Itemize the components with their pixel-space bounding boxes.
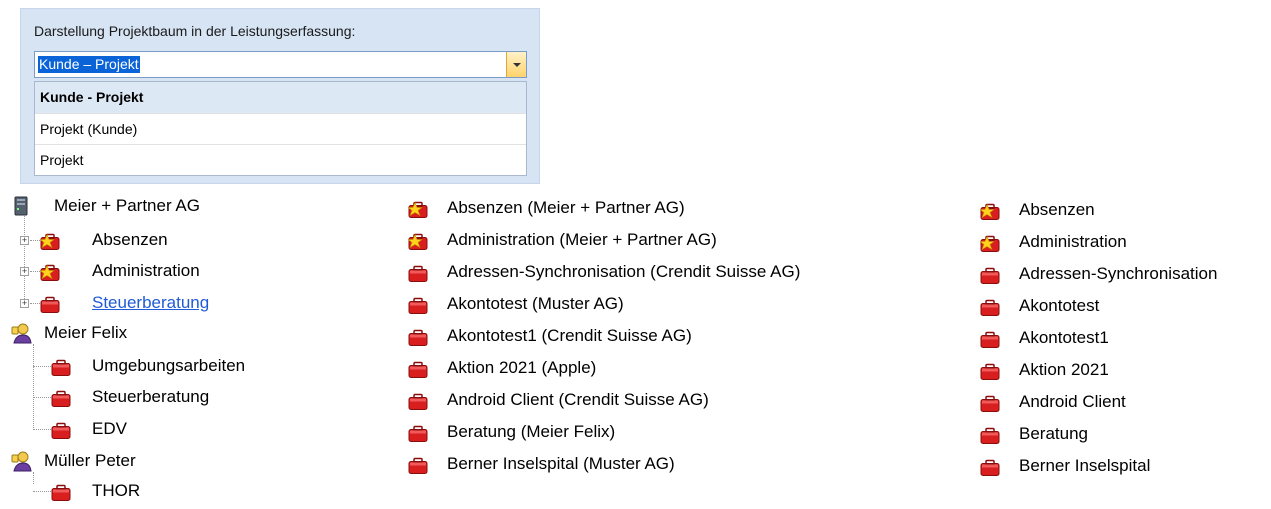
tree-node-thor[interactable]: THOR [33, 479, 233, 503]
tree-node-customer-meier-felix[interactable]: Meier Felix [10, 321, 250, 345]
project-star-icon [408, 232, 428, 252]
tree-line [33, 397, 51, 398]
tree-node-label: Meier Felix [44, 323, 128, 342]
list-item-label: Adressen-Synchronisation (Crendit Suisse… [447, 262, 801, 281]
tree-node-label: Administration [92, 261, 200, 280]
customer-icon [10, 322, 32, 344]
project-icon [980, 266, 1000, 286]
expand-icon[interactable]: + [20, 299, 29, 308]
tree-line [30, 303, 40, 304]
list-item-label: Aktion 2021 (Apple) [447, 358, 597, 377]
project-icon [51, 421, 71, 441]
project-icon [408, 328, 428, 348]
list-item-label: Administration (Meier + Partner AG) [447, 230, 717, 249]
chevron-down-icon[interactable] [506, 52, 526, 77]
project-star-icon [980, 202, 1000, 222]
project-icon [408, 424, 428, 444]
combo-selected-value: Kunde – Projekt [38, 56, 140, 73]
tree-node-label: EDV [92, 419, 127, 438]
list-item-label: Berner Inselspital [1019, 456, 1151, 475]
list-item-label: Android Client (Crendit Suisse AG) [447, 390, 709, 409]
project-icon [408, 360, 428, 380]
list-item-label: Akontotest1 (Crendit Suisse AG) [447, 326, 692, 345]
list-item-label: Beratung [1019, 424, 1088, 443]
list-item-label: Aktion 2021 [1019, 360, 1109, 379]
list-item-label: Absenzen (Meier + Partner AG) [447, 198, 685, 217]
project-icon [408, 456, 428, 476]
project-icon [980, 362, 1000, 382]
expand-icon[interactable]: + [20, 267, 29, 276]
tree-line [33, 429, 51, 430]
list-item-label: Berner Inselspital (Muster AG) [447, 454, 675, 473]
tree-display-settings-panel: Darstellung Projektbaum in der Leistungs… [20, 8, 540, 184]
project-icon [51, 389, 71, 409]
tree-line [33, 491, 51, 492]
tree-node-label: Umgebungsarbeiten [92, 356, 246, 375]
project-icon [40, 295, 60, 315]
tree-node-steuerberatung[interactable]: + Steuerberatung [18, 291, 248, 315]
project-icon [980, 458, 1000, 478]
project-icon [980, 298, 1000, 318]
tree-display-label: Darstellung Projektbaum in der Leistungs… [34, 23, 356, 39]
project-star-icon [40, 232, 60, 252]
project-star-icon [40, 263, 60, 283]
list-item-label: Akontotest [1019, 296, 1100, 315]
dropdown-option-kunde-projekt[interactable]: Kunde - Projekt [35, 82, 526, 113]
dropdown-option-projekt[interactable]: Projekt [35, 144, 526, 175]
list-item-label: Akontotest (Muster AG) [447, 294, 624, 313]
project-icon [51, 358, 71, 378]
list-item-label: Absenzen [1019, 200, 1095, 219]
tree-node-absenzen[interactable]: + Absenzen [18, 228, 248, 252]
project-icon [980, 330, 1000, 350]
list-item-label: Android Client [1019, 392, 1126, 411]
project-icon [408, 392, 428, 412]
server-icon [14, 196, 28, 216]
tree-node-edv[interactable]: EDV [33, 417, 293, 441]
tree-node-customer-mueller-peter[interactable]: Müller Peter [10, 449, 250, 473]
tree-node-label: Steuerberatung [92, 387, 210, 406]
tree-line [30, 271, 40, 272]
tree-display-dropdown: Kunde - Projekt Projekt (Kunde) Projekt [34, 81, 527, 176]
project-star-icon [408, 200, 428, 220]
list-item-label: Adressen-Synchronisation [1019, 264, 1218, 283]
list-item-label: Akontotest1 [1019, 328, 1109, 347]
tree-node-umgebungsarbeiten[interactable]: Umgebungsarbeiten [33, 354, 293, 378]
tree-node-steuerberatung-2[interactable]: Steuerberatung [33, 385, 293, 409]
project-icon [408, 296, 428, 316]
project-icon [51, 483, 71, 503]
tree-node-label[interactable]: Steuerberatung [92, 291, 209, 315]
expand-icon[interactable]: + [20, 236, 29, 245]
list-item-label: Administration [1019, 232, 1127, 251]
tree-line [30, 240, 40, 241]
tree-node-label: Müller Peter [44, 451, 136, 470]
customer-icon [10, 450, 32, 472]
tree-node-administration[interactable]: + Administration [18, 259, 248, 283]
project-icon [408, 264, 428, 284]
tree-node-company[interactable]: Meier + Partner AG [14, 194, 254, 218]
tree-node-label: THOR [92, 481, 141, 500]
list-item-label: Beratung (Meier Felix) [447, 422, 616, 441]
tree-node-label: Meier + Partner AG [54, 196, 200, 215]
tree-line [33, 366, 51, 367]
dropdown-option-projekt-kunde[interactable]: Projekt (Kunde) [35, 113, 526, 144]
project-icon [980, 394, 1000, 414]
project-icon [980, 426, 1000, 446]
project-star-icon [980, 234, 1000, 254]
tree-node-label: Absenzen [92, 230, 168, 249]
tree-display-combobox[interactable]: Kunde – Projekt [34, 51, 527, 78]
